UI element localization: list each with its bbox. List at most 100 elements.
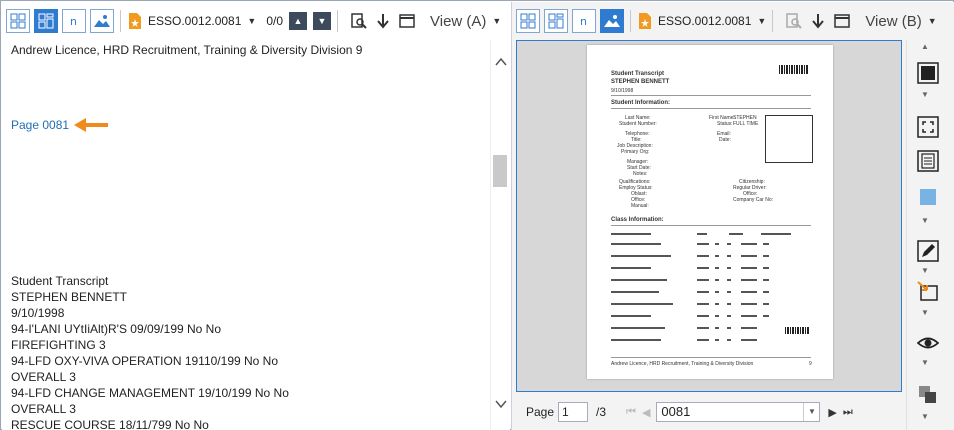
page-total: /3 <box>596 405 607 419</box>
doc-section-student: Student Information: <box>611 100 670 106</box>
color-swatch-icon <box>920 189 936 205</box>
text-line: Student Transcript <box>11 274 109 288</box>
vertical-scrollbar[interactable] <box>490 40 510 430</box>
doc-name-select[interactable]: ESSO.0012.0081 <box>148 14 241 28</box>
chevron-down-icon[interactable]: ▼ <box>921 412 929 421</box>
pencil-icon <box>917 240 939 262</box>
text-view-button[interactable]: n <box>62 9 86 33</box>
chevron-down-icon[interactable]: ▼ <box>803 403 819 421</box>
fill-page-button[interactable] <box>917 62 939 84</box>
doc-field: Student Number: <box>619 121 657 127</box>
chevron-down-icon[interactable]: ▼ <box>921 358 929 367</box>
page-name-combo[interactable]: 0081 ▼ <box>656 402 821 422</box>
doc-date: 9/10/1998 <box>611 88 634 94</box>
barcode <box>785 327 809 334</box>
split-grid-icon <box>548 13 564 29</box>
toolbar-b: n ESSO.0012.0081 ▼ View (B) ▼ <box>512 2 954 40</box>
chevron-down-icon[interactable]: ▼ <box>921 216 929 225</box>
arrow-left-icon <box>74 118 108 132</box>
document-star-icon[interactable] <box>637 12 653 30</box>
image-icon <box>94 15 110 27</box>
page-search-icon <box>786 13 803 29</box>
svg-text:n: n <box>580 15 587 28</box>
scroll-up-icon[interactable] <box>493 54 509 70</box>
chevron-down-icon[interactable]: ▼ <box>492 16 501 26</box>
image-icon <box>604 15 620 27</box>
layers-button[interactable] <box>917 384 939 406</box>
doc-name-select[interactable]: ESSO.0012.0081 <box>658 14 751 28</box>
text-line: 94-LFD OXY-VIVA OPERATION 19110/199 No N… <box>11 354 279 368</box>
find-in-page-button[interactable] <box>785 12 803 30</box>
document-star-icon[interactable] <box>127 12 143 30</box>
next-match-button[interactable]: ▼ <box>313 12 332 30</box>
text-line: 9/10/1998 <box>11 306 65 320</box>
annotate-button[interactable] <box>917 240 939 262</box>
export-button[interactable] <box>917 280 939 302</box>
chevron-down-icon: ▼ <box>317 16 327 26</box>
text-view-button[interactable]: n <box>572 9 596 33</box>
color-button[interactable] <box>917 186 939 208</box>
view-a-label[interactable]: View (A) <box>430 13 486 30</box>
prev-match-button[interactable]: ▲ <box>289 12 308 30</box>
doc-field: Primary Org: <box>621 149 650 155</box>
doc-field: Manual: <box>631 203 649 209</box>
scroll-thumb[interactable] <box>493 155 507 187</box>
grid-view-button[interactable] <box>6 9 30 33</box>
chevron-down-icon[interactable]: ▼ <box>247 16 256 26</box>
fit-page-button[interactable] <box>917 116 939 138</box>
extracted-text-area[interactable]: Andrew Licence, HRD Recruitment, Trainin… <box>2 40 490 430</box>
window-button[interactable] <box>398 12 416 30</box>
scroll-down-icon[interactable] <box>493 396 509 412</box>
text-line: 94-LFD CHANGE MANAGEMENT 19/10/199 No No <box>11 386 289 400</box>
fit-width-button[interactable] <box>917 150 939 172</box>
page-search-icon <box>351 13 367 29</box>
text-line: 94-I'LANI UYtIiAlt)R'S 09/09/199 No No <box>11 322 222 336</box>
prev-page-icon[interactable]: ◀ <box>642 406 650 419</box>
chevron-down-icon[interactable]: ▼ <box>921 308 929 317</box>
last-page-icon[interactable]: ⏭ <box>843 406 853 419</box>
pane-b: n ESSO.0012.0081 ▼ View (B) ▼ Student Tr… <box>511 2 954 430</box>
doc-field: Status: <box>717 121 733 127</box>
match-count: 0/0 <box>266 14 284 28</box>
pane-a: n ESSO.0012.0081 ▼ 0/0 ▲ ▼ View (A) ▼ An… <box>2 2 510 430</box>
text-line: RESCUE COURSE 18/11/799 No No <box>11 418 209 430</box>
page-name-value: 0081 <box>661 404 691 419</box>
image-view-button[interactable] <box>90 9 114 33</box>
download-button[interactable] <box>809 12 827 30</box>
class-table <box>611 233 791 341</box>
photo-placeholder <box>765 115 813 163</box>
visibility-button[interactable] <box>917 332 939 354</box>
chevron-down-icon[interactable]: ▼ <box>921 266 929 275</box>
fill-square-icon <box>917 62 939 84</box>
export-icon <box>917 281 938 301</box>
find-in-page-button[interactable] <box>350 12 368 30</box>
doc-value: FULL TIME <box>733 121 759 127</box>
page-number-input[interactable]: 1 <box>558 402 589 422</box>
view-b-label[interactable]: View (B) <box>865 13 921 30</box>
download-button[interactable] <box>374 12 392 30</box>
arrow-down-icon <box>812 14 825 29</box>
next-page-icon[interactable]: ▶ <box>828 406 836 419</box>
arrow-down-icon <box>377 14 389 29</box>
image-viewer[interactable]: Student Transcript STEPHEN BENNETT 9/10/… <box>516 40 902 392</box>
toolbar-a: n ESSO.0012.0081 ▼ 0/0 ▲ ▼ View (A) ▼ <box>2 2 510 40</box>
page-link[interactable]: Page 0081 <box>11 118 69 132</box>
doc-footer: Andrew Licence, HRD Recruitment, Trainin… <box>611 361 754 367</box>
toolbar-separator <box>772 10 774 32</box>
chevron-down-icon[interactable]: ▼ <box>928 16 937 26</box>
doc-student-name: STEPHEN BENNETT <box>611 79 670 85</box>
window-button[interactable] <box>833 12 851 30</box>
rule <box>611 95 811 96</box>
rule <box>611 357 811 358</box>
toolbar-separator <box>120 10 121 32</box>
split-view-button[interactable] <box>544 9 568 33</box>
split-view-button[interactable] <box>34 9 58 33</box>
chevron-down-icon[interactable]: ▼ <box>757 16 766 26</box>
image-view-button[interactable] <box>600 9 624 33</box>
chevron-down-icon[interactable]: ▼ <box>921 90 929 99</box>
grid-view-button[interactable] <box>516 9 540 33</box>
rule <box>611 225 811 226</box>
first-page-icon[interactable]: ⏮ <box>626 406 636 419</box>
document-page: Student Transcript STEPHEN BENNETT 9/10/… <box>587 45 833 379</box>
chevron-up-icon[interactable]: ▲ <box>921 42 929 51</box>
